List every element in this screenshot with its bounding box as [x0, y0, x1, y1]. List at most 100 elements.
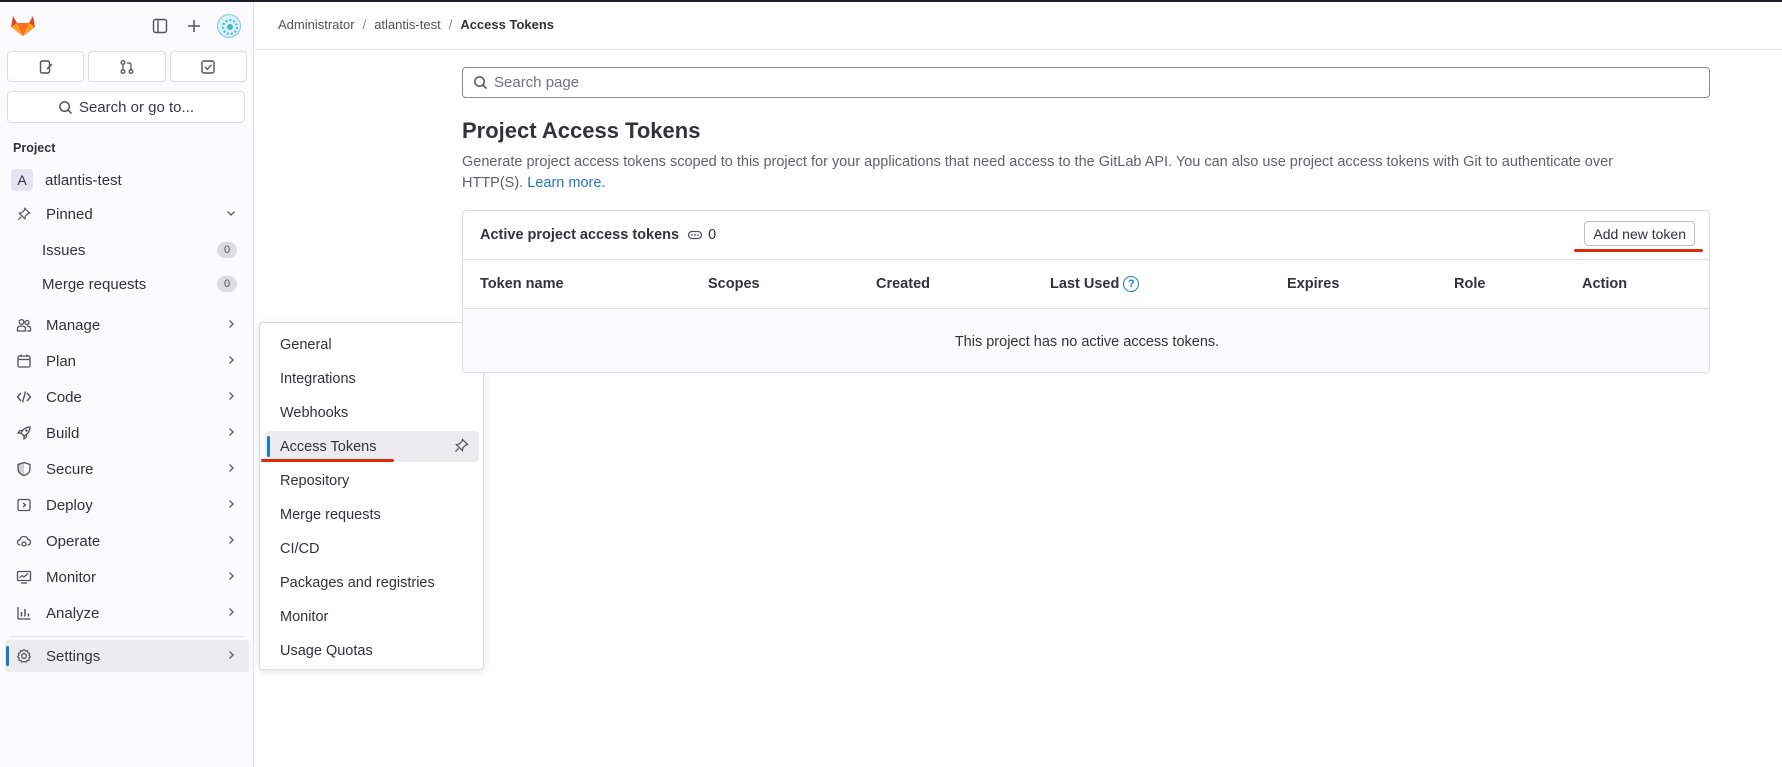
flyout-item-usage-quotas[interactable]: Usage Quotas [265, 635, 479, 666]
sidebar-item-label: Settings [46, 647, 101, 665]
sidebar-item-issues[interactable]: Issues 0 [5, 234, 249, 266]
breadcrumb-item-project[interactable]: atlantis-test [374, 17, 440, 32]
gear-icon [14, 646, 34, 666]
chevron-right-icon [225, 462, 237, 477]
column-header-token-name: Token name [480, 276, 564, 292]
flyout-item-general[interactable]: General [265, 329, 479, 360]
search-page-placeholder: Search page [494, 74, 580, 91]
merge-request-icon [120, 59, 134, 74]
project-name: atlantis-test [45, 171, 122, 189]
issues-icon [39, 59, 53, 74]
sidebar-item-merge-requests[interactable]: Merge requests 0 [5, 268, 249, 300]
page-title: Project Access Tokens [462, 118, 701, 143]
pin-icon[interactable] [454, 438, 469, 457]
annotation-underline [261, 459, 394, 462]
sidebar: Search or go to... Project A atlantis-te… [0, 2, 254, 767]
search-icon [474, 76, 488, 90]
flyout-item-integrations[interactable]: Integrations [265, 363, 479, 394]
add-new-token-button[interactable]: Add new token [1584, 221, 1695, 246]
column-header-role: Role [1454, 276, 1486, 292]
breadcrumb-item-current[interactable]: Access Tokens [460, 17, 554, 32]
chevron-right-icon [225, 498, 237, 513]
flyout-item-merge-requests[interactable]: Merge requests [265, 499, 479, 530]
breadcrumb-separator: / [362, 17, 367, 32]
breadcrumb: Administrator / atlantis-test / Access T… [278, 17, 554, 32]
flyout-item-monitor[interactable]: Monitor [265, 601, 479, 632]
sidebar-item-code[interactable]: Code [5, 381, 249, 413]
flyout-item-packages-and-registries[interactable]: Packages and registries [265, 567, 479, 598]
sidebar-item-analyze[interactable]: Analyze [5, 597, 249, 629]
sidebar-item-manage[interactable]: Manage [5, 309, 249, 341]
gitlab-logo-icon[interactable] [10, 13, 36, 37]
flyout-item-repository[interactable]: Repository [265, 465, 479, 496]
calendar-icon [14, 351, 34, 371]
chevron-right-icon [225, 649, 237, 664]
column-header-label: Last Used [1050, 276, 1120, 292]
issues-count-badge: 0 [217, 242, 237, 258]
search-page-input[interactable]: Search page [462, 67, 1710, 98]
issues-tab[interactable] [7, 51, 85, 82]
search-icon [59, 100, 73, 114]
page-description: Generate project access tokens scoped to… [462, 152, 1662, 194]
breadcrumb-separator: / [448, 17, 453, 32]
pin-icon [14, 204, 34, 224]
sidebar-item-operate[interactable]: Operate [5, 525, 249, 557]
column-header-action: Action [1582, 276, 1628, 292]
flyout-item-access-tokens[interactable]: Access Tokens [265, 431, 479, 462]
settings-flyout-menu: General Integrations Webhooks Access Tok… [259, 322, 484, 670]
monitor-icon [14, 567, 34, 587]
sidebar-toggle-icon[interactable] [148, 14, 172, 38]
help-icon[interactable]: ? [1123, 276, 1140, 292]
todo-icon [201, 59, 216, 74]
sidebar-item-settings[interactable]: Settings [5, 640, 249, 672]
sidebar-item-label: Manage [46, 316, 101, 334]
column-header-expires: Expires [1287, 276, 1340, 292]
learn-more-link[interactable]: Learn more. [527, 175, 605, 191]
sidebar-item-label: Plan [46, 352, 77, 370]
project-avatar: A [11, 169, 33, 191]
chart-icon [14, 603, 34, 623]
sidebar-item-label: Operate [46, 532, 101, 550]
sidebar-pinned-toggle[interactable]: Pinned [5, 198, 249, 230]
flyout-item-label: Access Tokens [280, 438, 377, 455]
breadcrumb-item-administrator[interactable]: Administrator [278, 17, 355, 32]
sidebar-item-deploy[interactable]: Deploy [5, 489, 249, 521]
create-new-icon[interactable] [182, 14, 206, 38]
column-header-scopes: Scopes [708, 276, 760, 292]
chevron-right-icon [225, 318, 237, 333]
sidebar-item-secure[interactable]: Secure [5, 453, 249, 485]
column-header-created: Created [876, 276, 930, 292]
sidebar-header [0, 2, 254, 48]
empty-state-row: This project has no active access tokens… [463, 309, 1709, 372]
table-header: Token name Scopes Created Last Used ? Ex… [463, 260, 1709, 309]
column-header-last-used: Last Used ? [1050, 276, 1140, 292]
deploy-icon [14, 495, 34, 515]
token-count: 0 [687, 227, 716, 243]
sidebar-item-monitor[interactable]: Monitor [5, 561, 249, 593]
flyout-item-ci-cd[interactable]: CI/CD [265, 533, 479, 564]
todos-tab[interactable] [169, 51, 247, 82]
annotation-underline [1574, 249, 1703, 252]
sidebar-search-button[interactable]: Search or go to... [7, 91, 245, 123]
merge-requests-tab[interactable] [88, 51, 166, 82]
chevron-right-icon [225, 354, 237, 369]
sidebar-item-label: Build [46, 424, 80, 442]
sidebar-item-plan[interactable]: Plan [5, 345, 249, 377]
sidebar-project-link[interactable]: A atlantis-test [5, 164, 249, 196]
sidebar-item-label: Issues [42, 241, 86, 259]
flyout-item-webhooks[interactable]: Webhooks [265, 397, 479, 428]
chevron-right-icon [225, 534, 237, 549]
sidebar-item-label: Analyze [46, 604, 100, 622]
active-indicator [6, 646, 9, 666]
chevron-down-icon [225, 207, 237, 222]
topbar-divider [255, 49, 1782, 50]
sidebar-item-label: Deploy [46, 496, 93, 514]
sidebar-tabs [7, 51, 247, 83]
shield-icon [14, 459, 34, 479]
user-avatar[interactable] [217, 14, 241, 38]
cloud-gear-icon [14, 531, 34, 551]
access-tokens-card: Active project access tokens 0 Add new t… [462, 210, 1710, 373]
sidebar-item-build[interactable]: Build [5, 417, 249, 449]
sidebar-section-label: Project [13, 141, 56, 155]
top-border [0, 0, 1782, 2]
